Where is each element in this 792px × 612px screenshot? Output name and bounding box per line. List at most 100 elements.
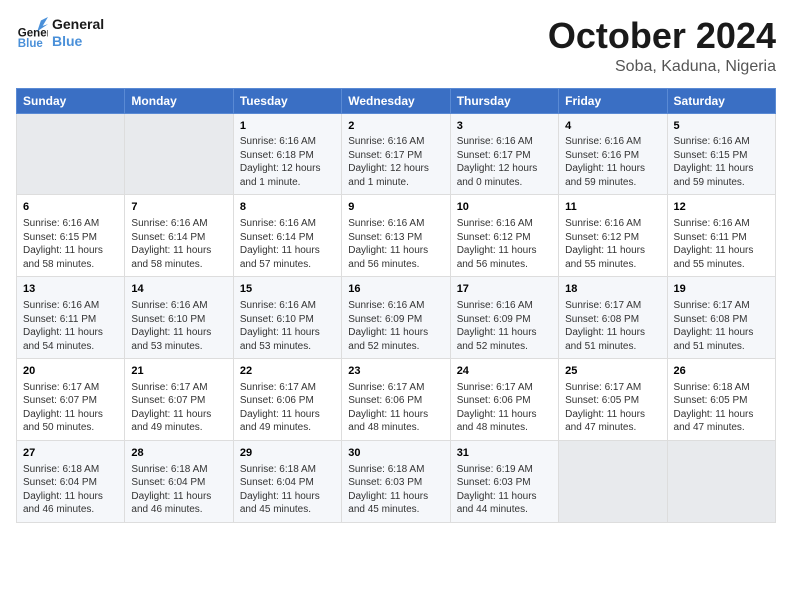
day-number: 16 [348, 282, 443, 297]
calendar-cell: 15 Sunrise: 6:16 AM Sunset: 6:10 PM Dayli… [233, 277, 341, 359]
calendar-cell: 10 Sunrise: 6:16 AM Sunset: 6:12 PM Dayli… [450, 195, 558, 277]
day-number: 8 [240, 200, 335, 215]
calendar-cell [125, 113, 233, 195]
day-number: 11 [565, 200, 660, 215]
day-info: Sunrise: 6:16 AM Sunset: 6:12 PM Dayligh… [565, 217, 660, 271]
calendar-cell [17, 113, 125, 195]
calendar-cell: 26 Sunrise: 6:18 AM Sunset: 6:05 PM Dayli… [667, 359, 775, 441]
calendar-cell: 9Sunrise: 6:16 AM Sunset: 6:13 PM Daylig… [342, 195, 450, 277]
calendar-cell: 16Sunrise: 6:16 AM Sunset: 6:09 PM Dayli… [342, 277, 450, 359]
logo: General Blue General Blue [16, 16, 104, 50]
day-number: 12 [674, 200, 769, 215]
day-number: 10 [457, 200, 552, 215]
day-number: 2 [348, 119, 443, 134]
day-info: Sunrise: 6:16 AM Sunset: 6:10 PM Dayligh… [240, 299, 335, 353]
month-title: October 2024 [548, 16, 776, 56]
day-info: Sunrise: 6:16 AM Sunset: 6:15 PM Dayligh… [674, 135, 769, 189]
calendar-cell: 11 Sunrise: 6:16 AM Sunset: 6:12 PM Dayli… [559, 195, 667, 277]
day-number: 17 [457, 282, 552, 297]
calendar-cell: 18 Sunrise: 6:17 AM Sunset: 6:08 PM Dayli… [559, 277, 667, 359]
day-number: 1 [240, 119, 335, 134]
calendar-week-row: 20 Sunrise: 6:17 AM Sunset: 6:07 PM Dayli… [17, 359, 776, 441]
calendar-cell: 23 Sunrise: 6:17 AM Sunset: 6:06 PM Dayli… [342, 359, 450, 441]
calendar-cell: 1Sunrise: 6:16 AM Sunset: 6:18 PM Daylig… [233, 113, 341, 195]
day-info: Sunrise: 6:17 AM Sunset: 6:06 PM Dayligh… [240, 381, 335, 435]
day-number: 7 [131, 200, 226, 215]
day-info: Sunrise: 6:18 AM Sunset: 6:04 PM Dayligh… [131, 463, 226, 517]
calendar-cell: 6Sunrise: 6:16 AM Sunset: 6:15 PM Daylig… [17, 195, 125, 277]
day-number: 30 [348, 446, 443, 461]
header-day: Sunday [17, 88, 125, 113]
calendar-cell: 3Sunrise: 6:16 AM Sunset: 6:17 PM Daylig… [450, 113, 558, 195]
calendar-body: 1Sunrise: 6:16 AM Sunset: 6:18 PM Daylig… [17, 113, 776, 522]
day-info: Sunrise: 6:16 AM Sunset: 6:17 PM Dayligh… [457, 135, 552, 189]
day-info: Sunrise: 6:16 AM Sunset: 6:14 PM Dayligh… [131, 217, 226, 271]
header-day: Thursday [450, 88, 558, 113]
day-number: 29 [240, 446, 335, 461]
day-number: 23 [348, 364, 443, 379]
calendar-cell: 20 Sunrise: 6:17 AM Sunset: 6:07 PM Dayli… [17, 359, 125, 441]
day-number: 26 [674, 364, 769, 379]
day-number: 19 [674, 282, 769, 297]
day-number: 31 [457, 446, 552, 461]
day-info: Sunrise: 6:16 AM Sunset: 6:16 PM Dayligh… [565, 135, 660, 189]
day-info: Sunrise: 6:17 AM Sunset: 6:07 PM Dayligh… [131, 381, 226, 435]
calendar-week-row: 6Sunrise: 6:16 AM Sunset: 6:15 PM Daylig… [17, 195, 776, 277]
calendar-week-row: 27 Sunrise: 6:18 AM Sunset: 6:04 PM Dayli… [17, 440, 776, 522]
day-info: Sunrise: 6:17 AM Sunset: 6:06 PM Dayligh… [457, 381, 552, 435]
calendar-cell: 28 Sunrise: 6:18 AM Sunset: 6:04 PM Dayli… [125, 440, 233, 522]
day-info: Sunrise: 6:16 AM Sunset: 6:11 PM Dayligh… [23, 299, 118, 353]
calendar-cell: 24 Sunrise: 6:17 AM Sunset: 6:06 PM Dayli… [450, 359, 558, 441]
calendar-cell: 2Sunrise: 6:16 AM Sunset: 6:17 PM Daylig… [342, 113, 450, 195]
day-info: Sunrise: 6:19 AM Sunset: 6:03 PM Dayligh… [457, 463, 552, 517]
calendar-header: SundayMondayTuesdayWednesdayThursdayFrid… [17, 88, 776, 113]
day-info: Sunrise: 6:16 AM Sunset: 6:12 PM Dayligh… [457, 217, 552, 271]
day-info: Sunrise: 6:18 AM Sunset: 6:05 PM Dayligh… [674, 381, 769, 435]
day-info: Sunrise: 6:17 AM Sunset: 6:07 PM Dayligh… [23, 381, 118, 435]
header-day: Friday [559, 88, 667, 113]
title-block: October 2024 Soba, Kaduna, Nigeria [548, 16, 776, 76]
calendar-cell: 27Sunrise: 6:18 AM Sunset: 6:04 PM Dayli… [17, 440, 125, 522]
day-info: Sunrise: 6:16 AM Sunset: 6:14 PM Dayligh… [240, 217, 335, 271]
day-info: Sunrise: 6:17 AM Sunset: 6:08 PM Dayligh… [565, 299, 660, 353]
day-number: 15 [240, 282, 335, 297]
day-number: 22 [240, 364, 335, 379]
day-number: 18 [565, 282, 660, 297]
day-info: Sunrise: 6:18 AM Sunset: 6:03 PM Dayligh… [348, 463, 443, 517]
day-info: Sunrise: 6:16 AM Sunset: 6:18 PM Dayligh… [240, 135, 335, 189]
day-number: 21 [131, 364, 226, 379]
calendar-cell: 25 Sunrise: 6:17 AM Sunset: 6:05 PM Dayli… [559, 359, 667, 441]
day-info: Sunrise: 6:17 AM Sunset: 6:06 PM Dayligh… [348, 381, 443, 435]
header-day: Tuesday [233, 88, 341, 113]
header-day: Monday [125, 88, 233, 113]
day-number: 14 [131, 282, 226, 297]
calendar-cell: 17Sunrise: 6:16 AM Sunset: 6:09 PM Dayli… [450, 277, 558, 359]
calendar-cell: 4Sunrise: 6:16 AM Sunset: 6:16 PM Daylig… [559, 113, 667, 195]
day-number: 24 [457, 364, 552, 379]
calendar-cell: 31 Sunrise: 6:19 AM Sunset: 6:03 PM Dayli… [450, 440, 558, 522]
calendar-cell: 8 Sunrise: 6:16 AM Sunset: 6:14 PM Daylig… [233, 195, 341, 277]
day-number: 28 [131, 446, 226, 461]
day-number: 20 [23, 364, 118, 379]
day-info: Sunrise: 6:17 AM Sunset: 6:05 PM Dayligh… [565, 381, 660, 435]
calendar-cell: 22 Sunrise: 6:17 AM Sunset: 6:06 PM Dayli… [233, 359, 341, 441]
calendar-week-row: 1Sunrise: 6:16 AM Sunset: 6:18 PM Daylig… [17, 113, 776, 195]
day-info: Sunrise: 6:16 AM Sunset: 6:13 PM Dayligh… [348, 217, 443, 271]
location: Soba, Kaduna, Nigeria [548, 58, 776, 76]
day-number: 25 [565, 364, 660, 379]
calendar-cell: 13Sunrise: 6:16 AM Sunset: 6:11 PM Dayli… [17, 277, 125, 359]
day-info: Sunrise: 6:16 AM Sunset: 6:15 PM Dayligh… [23, 217, 118, 271]
calendar-cell: 30 Sunrise: 6:18 AM Sunset: 6:03 PM Dayli… [342, 440, 450, 522]
day-info: Sunrise: 6:17 AM Sunset: 6:08 PM Dayligh… [674, 299, 769, 353]
calendar-cell [559, 440, 667, 522]
calendar-table: SundayMondayTuesdayWednesdayThursdayFrid… [16, 88, 776, 523]
day-number: 27 [23, 446, 118, 461]
day-number: 4 [565, 119, 660, 134]
header-day: Saturday [667, 88, 775, 113]
calendar-cell: 5Sunrise: 6:16 AM Sunset: 6:15 PM Daylig… [667, 113, 775, 195]
page-header: General Blue General Blue October 2024 S… [16, 16, 776, 76]
calendar-cell: 29Sunrise: 6:18 AM Sunset: 6:04 PM Dayli… [233, 440, 341, 522]
day-info: Sunrise: 6:16 AM Sunset: 6:11 PM Dayligh… [674, 217, 769, 271]
header-day: Wednesday [342, 88, 450, 113]
logo-text: General Blue [52, 16, 104, 50]
